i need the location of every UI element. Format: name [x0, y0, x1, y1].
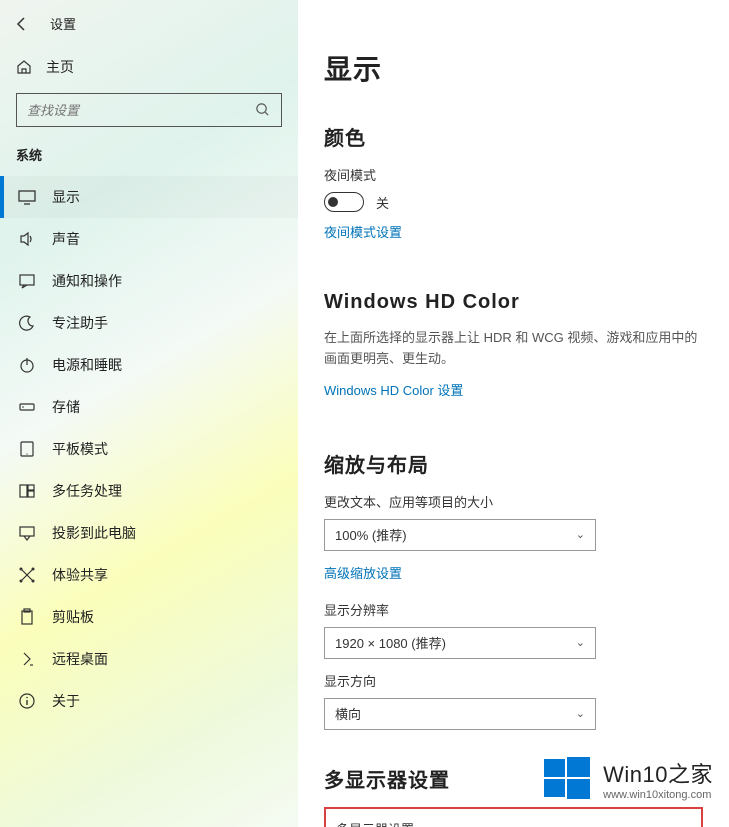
night-mode-settings-link[interactable]: 夜间模式设置	[324, 222, 402, 241]
sidebar-item-label: 通知和操作	[52, 271, 122, 291]
main-content: 显示 颜色 夜间模式 关 夜间模式设置 Windows HD Color 在上面…	[298, 0, 729, 827]
sidebar: 设置 主页 系统 显示 声音 通知和操作 专注助手	[0, 0, 298, 827]
dropdown-value: 横向	[335, 704, 361, 723]
chevron-down-icon: ⌄	[576, 528, 585, 541]
info-icon	[18, 692, 36, 710]
sidebar-item-storage[interactable]: 存储	[0, 386, 298, 428]
project-icon	[18, 524, 36, 542]
dropdown-value: 1920 × 1080 (推荐)	[335, 633, 446, 652]
toggle-state-text: 关	[376, 193, 389, 212]
multi-display-label: 多显示器设置	[336, 819, 691, 827]
chevron-down-icon: ⌄	[576, 707, 585, 720]
orientation-dropdown[interactable]: 横向 ⌄	[324, 698, 596, 730]
sidebar-item-project[interactable]: 投影到此电脑	[0, 512, 298, 554]
sidebar-item-label: 关于	[52, 691, 80, 711]
share-icon	[18, 566, 36, 584]
sidebar-item-label: 存储	[52, 397, 80, 417]
text-size-dropdown[interactable]: 100% (推荐) ⌄	[324, 519, 596, 551]
titlebar: 设置	[0, 0, 298, 47]
night-mode-toggle-row: 关	[324, 192, 703, 212]
sidebar-item-power[interactable]: 电源和睡眠	[0, 344, 298, 386]
night-mode-toggle[interactable]	[324, 192, 364, 212]
orientation-label: 显示方向	[324, 671, 703, 690]
sidebar-item-notifications[interactable]: 通知和操作	[0, 260, 298, 302]
tablet-icon	[18, 440, 36, 458]
power-icon	[18, 356, 36, 374]
page-title: 显示	[324, 48, 703, 88]
text-size-label: 更改文本、应用等项目的大小	[324, 492, 703, 511]
scale-heading: 缩放与布局	[324, 449, 703, 478]
sidebar-item-focus[interactable]: 专注助手	[0, 302, 298, 344]
storage-icon	[18, 398, 36, 416]
sidebar-item-label: 多任务处理	[52, 481, 122, 501]
chevron-down-icon: ⌄	[576, 636, 585, 649]
resolution-dropdown[interactable]: 1920 × 1080 (推荐) ⌄	[324, 627, 596, 659]
windows-logo-icon	[541, 753, 593, 805]
sidebar-item-label: 投影到此电脑	[52, 523, 136, 543]
sidebar-item-tablet[interactable]: 平板模式	[0, 428, 298, 470]
sidebar-item-share[interactable]: 体验共享	[0, 554, 298, 596]
sound-icon	[18, 230, 36, 248]
sidebar-item-label: 电源和睡眠	[52, 355, 122, 375]
sidebar-item-label: 远程桌面	[52, 649, 108, 669]
sidebar-item-label: 体验共享	[52, 565, 108, 585]
sidebar-item-label: 平板模式	[52, 439, 108, 459]
multi-display-highlight-box: 多显示器设置 扩展这些显示器 设为主显示器	[324, 807, 703, 827]
hd-color-settings-link[interactable]: Windows HD Color 设置	[324, 380, 463, 399]
sidebar-item-label: 剪贴板	[52, 607, 94, 627]
search-input[interactable]	[27, 103, 255, 118]
watermark-url: www.win10xitong.com	[603, 789, 713, 801]
resolution-label: 显示分辨率	[324, 600, 703, 619]
sidebar-item-display[interactable]: 显示	[0, 176, 298, 218]
home-icon	[16, 59, 32, 75]
search-box[interactable]	[16, 93, 282, 127]
remote-icon	[18, 650, 36, 668]
sidebar-item-label: 显示	[52, 187, 80, 207]
sidebar-item-label: 专注助手	[52, 313, 108, 333]
sidebar-item-multitask[interactable]: 多任务处理	[0, 470, 298, 512]
sidebar-item-label: 声音	[52, 229, 80, 249]
moon-icon	[18, 314, 36, 332]
night-mode-label: 夜间模式	[324, 165, 703, 184]
hd-color-description: 在上面所选择的显示器上让 HDR 和 WCG 视频、游戏和应用中的画面更明亮、更…	[324, 328, 703, 370]
sidebar-item-about[interactable]: 关于	[0, 680, 298, 722]
hd-color-heading: Windows HD Color	[324, 291, 703, 314]
search-icon	[255, 102, 271, 118]
dropdown-value: 100% (推荐)	[335, 525, 407, 544]
sidebar-item-remote[interactable]: 远程桌面	[0, 638, 298, 680]
window-title: 设置	[50, 14, 76, 33]
back-button[interactable]	[14, 16, 30, 32]
sidebar-item-sound[interactable]: 声音	[0, 218, 298, 260]
multitask-icon	[18, 482, 36, 500]
notification-icon	[18, 272, 36, 290]
home-link[interactable]: 主页	[0, 47, 298, 87]
home-label: 主页	[46, 57, 74, 77]
clipboard-icon	[18, 608, 36, 626]
category-heading: 系统	[0, 145, 298, 176]
nav-list: 显示 声音 通知和操作 专注助手 电源和睡眠 存储 平板模式 多任务处理	[0, 176, 298, 722]
sidebar-item-clipboard[interactable]: 剪贴板	[0, 596, 298, 638]
monitor-icon	[18, 188, 36, 206]
color-heading: 颜色	[324, 122, 703, 151]
watermark-title: Win10之家	[603, 757, 713, 789]
advanced-scaling-link[interactable]: 高级缩放设置	[324, 563, 402, 582]
watermark: Win10之家 www.win10xitong.com	[541, 753, 713, 805]
